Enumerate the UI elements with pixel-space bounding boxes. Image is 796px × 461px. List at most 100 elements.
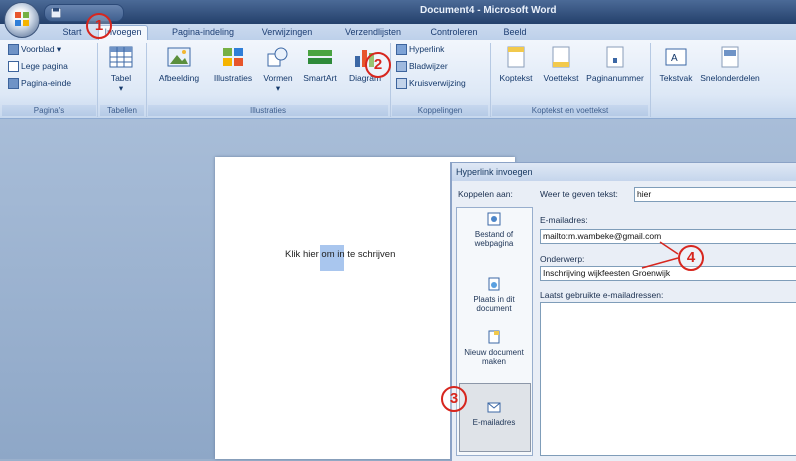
office-button[interactable]	[4, 2, 40, 38]
table-icon	[109, 46, 133, 68]
callout-3: 3	[441, 386, 467, 412]
voettekst-label: Voettekst	[543, 73, 579, 83]
sidebar-item-nieuw[interactable]: Nieuw document maken	[461, 330, 527, 366]
tab-verwijzingen[interactable]: Verwijzingen	[256, 26, 318, 40]
picture-icon	[167, 47, 191, 67]
display-text-input[interactable]: hier	[634, 187, 796, 202]
bladwijzer-button[interactable]: Bladwijzer	[396, 61, 448, 73]
sidebar-item-email[interactable]: E-mailadres	[461, 400, 527, 427]
bladwijzer-label: Bladwijzer	[409, 61, 448, 71]
sidebar-item-nieuw-label: Nieuw document maken	[464, 348, 524, 366]
recent-addresses-label: Laatst gebruikte e-mailadressen:	[540, 290, 664, 300]
vormen-label: Vormen	[263, 73, 293, 83]
sidebar-item-email-label: E-mailadres	[472, 418, 516, 427]
tekstvak-button[interactable]: A Tekstvak	[654, 46, 698, 83]
clip-art-icon	[223, 48, 243, 66]
dialog-title: Hyperlink invoegen	[452, 163, 796, 181]
display-text-label: Weer te geven tekst:	[540, 189, 618, 199]
document-text[interactable]: Klik hier om in te schrijven	[285, 249, 395, 260]
tab-start[interactable]: Start	[58, 26, 86, 40]
dropdown-arrow: ▾	[275, 83, 281, 93]
email-address-label: E-mailadres:	[540, 215, 588, 225]
tabel-button[interactable]: Tabel ▾	[104, 46, 138, 94]
web-page-icon	[487, 212, 501, 226]
group-label-tabellen: Tabellen	[100, 105, 144, 116]
sidebar-item-plaats-label: Plaats in dit document	[473, 295, 515, 313]
afbeelding-label: Afbeelding	[158, 73, 200, 83]
paginanummer-button[interactable]: Paginanummer	[585, 46, 645, 83]
paginanummer-label: Paginanummer	[586, 73, 644, 83]
group-separator	[650, 43, 651, 117]
group-label-koppelingen: Koppelingen	[392, 105, 488, 116]
header-icon	[507, 46, 525, 68]
sidebar-item-plaats[interactable]: Plaats in dit document	[461, 277, 527, 313]
kruisverwijzing-label: Kruisverwijzing	[409, 78, 466, 88]
page-number-icon	[606, 46, 624, 68]
svg-text:A: A	[671, 53, 678, 64]
vormen-button[interactable]: Vormen ▾	[258, 46, 298, 94]
callout-1: 1	[86, 13, 112, 39]
group-label-paginas: Pagina's	[2, 105, 96, 116]
callout-2: 2	[365, 52, 391, 78]
document-text-after: om in te schrijven	[318, 249, 396, 260]
sidebar-item-bestand[interactable]: Bestand of webpagina	[461, 212, 527, 248]
bookmark-icon	[396, 61, 407, 73]
lege-pagina-label: Lege pagina	[21, 61, 68, 71]
afbeelding-button[interactable]: Afbeelding	[150, 46, 208, 83]
email-icon	[487, 402, 501, 413]
smartart-label: SmartArt	[303, 73, 337, 83]
tab-controleren[interactable]: Controleren	[424, 26, 484, 40]
tab-beeld[interactable]: Beeld	[498, 26, 532, 40]
hyperlink-label: Hyperlink	[409, 44, 445, 54]
group-label-illustraties: Illustraties	[148, 105, 388, 116]
koppelen-aan-label: Koppelen aan:	[458, 189, 513, 199]
tab-verzendlijsten[interactable]: Verzendlijsten	[336, 26, 410, 40]
window-title: Document4 - Microsoft Word	[420, 5, 557, 16]
smartart-button[interactable]: SmartArt	[297, 46, 343, 83]
footer-icon	[552, 46, 570, 68]
koptekst-button[interactable]: Koptekst	[494, 46, 538, 83]
snelonderdelen-button[interactable]: Snelonderdelen	[698, 46, 762, 83]
document-text-before: Klik	[285, 249, 303, 260]
ribbon: Voorblad ▾ Lege pagina Pagina-einde Pagi…	[0, 40, 796, 119]
illustraties-label: Illustraties	[213, 73, 253, 83]
cover-page-icon	[8, 44, 19, 56]
group-label-koptekst-voettekst: Koptekst en voettekst	[492, 105, 648, 116]
subject-label: Onderwerp:	[540, 254, 585, 264]
group-separator	[97, 43, 98, 117]
voorblad-button[interactable]: Voorblad ▾	[8, 44, 61, 56]
new-document-icon	[488, 330, 500, 344]
sidebar-item-bestand-label: Bestand of webpagina	[474, 230, 514, 248]
textbox-icon: A	[665, 48, 687, 66]
quick-access-toolbar[interactable]	[44, 4, 124, 22]
cross-reference-icon	[396, 78, 407, 90]
page-break-icon	[8, 78, 19, 90]
voettekst-button[interactable]: Voettekst	[538, 46, 584, 83]
dropdown-arrow: ▾	[118, 83, 124, 93]
illustraties-button[interactable]: Illustraties	[207, 46, 259, 83]
quick-parts-icon	[721, 46, 739, 68]
lege-pagina-button[interactable]: Lege pagina	[8, 61, 68, 73]
callout-4-arrows	[641, 241, 679, 269]
hyperlink-icon	[396, 44, 407, 56]
koptekst-label: Koptekst	[499, 73, 533, 83]
group-separator	[490, 43, 491, 117]
tekstvak-label: Tekstvak	[659, 73, 693, 83]
kruisverwijzing-button[interactable]: Kruisverwijzing	[396, 78, 466, 90]
snelonderdelen-label: Snelonderdelen	[700, 73, 760, 83]
group-separator	[390, 43, 391, 117]
pagina-einde-label: Pagina-einde	[21, 78, 72, 88]
recent-addresses-list[interactable]	[540, 302, 796, 456]
blank-page-icon	[8, 61, 19, 73]
tab-pagina-indeling[interactable]: Pagina-indeling	[168, 26, 238, 40]
tabel-label: Tabel	[110, 73, 132, 83]
smartart-icon	[308, 50, 332, 64]
place-in-document-icon	[488, 277, 500, 291]
ribbon-tab-row: Start Invoegen Pagina-indeling Verwijzin…	[0, 24, 796, 41]
voorblad-label: Voorblad	[21, 44, 55, 54]
group-separator	[146, 43, 147, 117]
pagina-einde-button[interactable]: Pagina-einde	[8, 78, 72, 90]
hyperlink-button[interactable]: Hyperlink	[396, 44, 445, 56]
office-logo-icon	[15, 12, 29, 26]
save-icon[interactable]	[51, 8, 61, 18]
